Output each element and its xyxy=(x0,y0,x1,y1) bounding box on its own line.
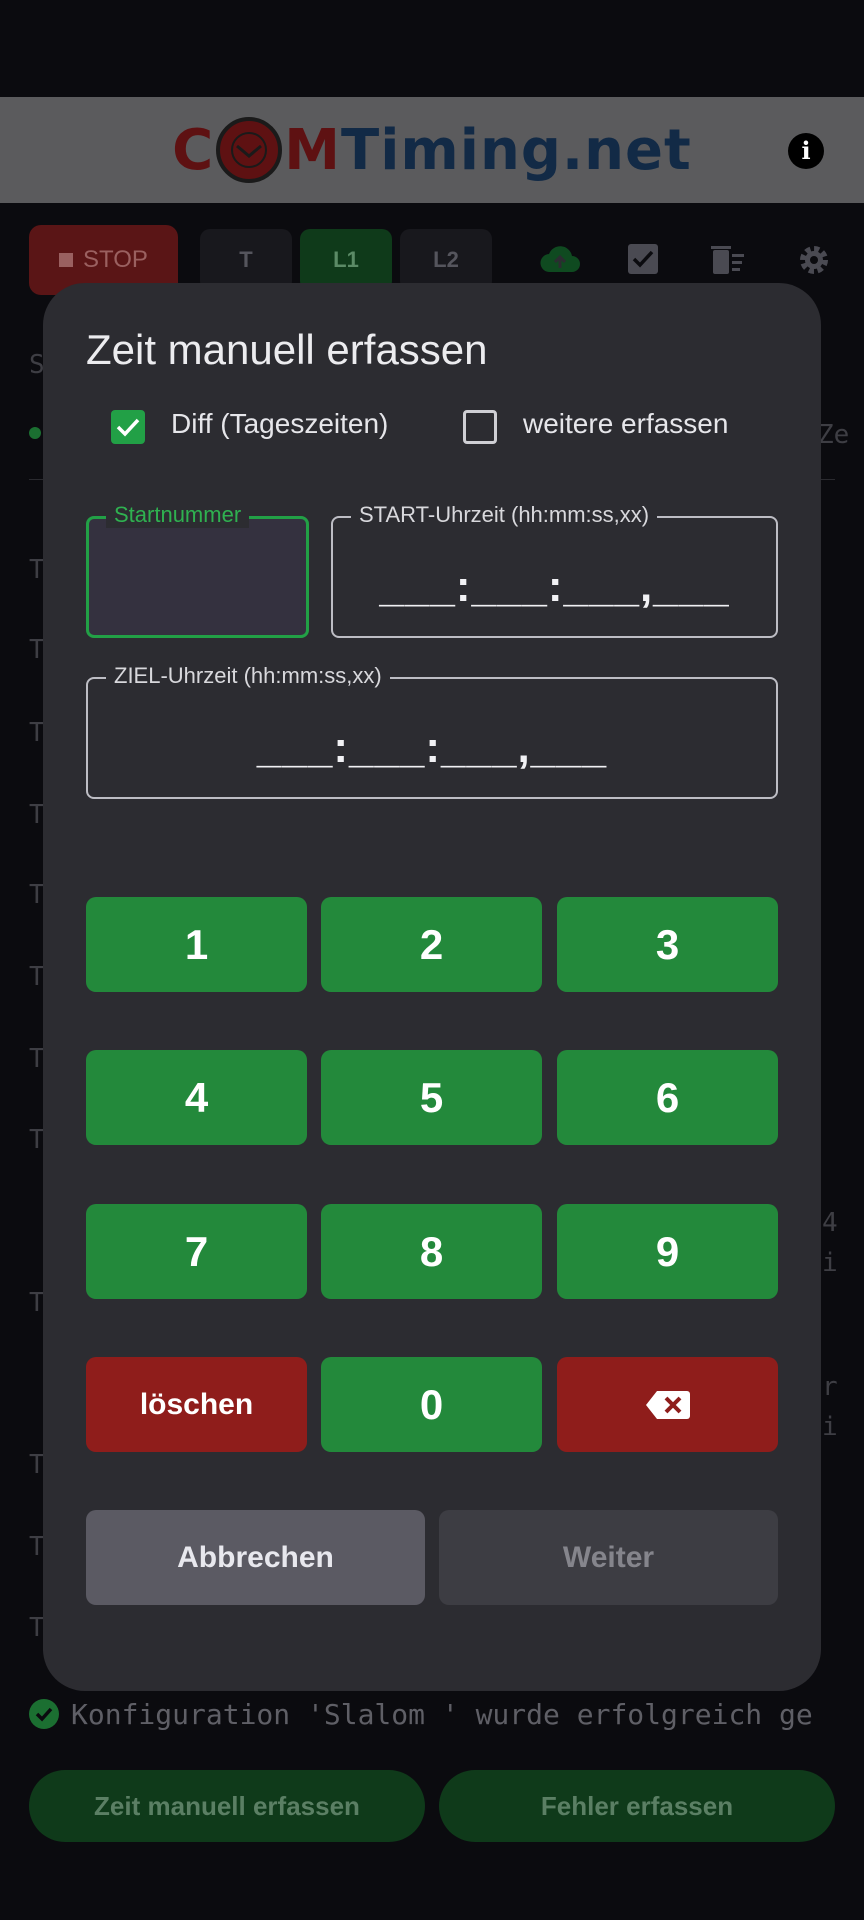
stop-icon xyxy=(59,253,74,267)
start-time-mask: ___:___:___,___ xyxy=(379,562,730,611)
status-message: Konfiguration 'Slalom ' wurde erfolgreic… xyxy=(29,1694,864,1734)
check-icon xyxy=(116,418,140,437)
column-snippet: i xyxy=(822,1412,838,1442)
startnummer-input[interactable] xyxy=(86,516,309,638)
column-snippet: r xyxy=(822,1372,838,1402)
key-2[interactable]: 2 xyxy=(321,897,542,992)
tab-l2[interactable]: L2 xyxy=(400,229,492,291)
backspace-icon xyxy=(645,1390,690,1419)
checkbox-icon[interactable] xyxy=(625,242,661,278)
tab-t[interactable]: T xyxy=(200,229,292,291)
backspace-button[interactable] xyxy=(557,1357,778,1452)
finish-time-mask: ___:___:___,___ xyxy=(256,723,608,772)
key-3[interactable]: 3 xyxy=(557,897,778,992)
more-label: weitere erfassen xyxy=(523,408,729,439)
cloud-upload-icon[interactable] xyxy=(538,242,580,278)
clock-icon xyxy=(216,117,283,183)
key-8[interactable]: 8 xyxy=(321,1204,542,1299)
key-6[interactable]: 6 xyxy=(557,1050,778,1145)
finish-time-label: ZIEL-Uhrzeit (hh:mm:ss,xx) xyxy=(106,663,390,689)
dialog-title: Zeit manuell erfassen xyxy=(86,326,488,373)
start-time-label: START-Uhrzeit (hh:mm:ss,xx) xyxy=(351,502,658,528)
column-snippet: Ze xyxy=(818,420,850,450)
next-button[interactable]: Weiter xyxy=(439,1510,778,1605)
gear-icon[interactable] xyxy=(796,242,832,278)
manual-time-button[interactable]: Zeit manuell erfassen xyxy=(29,1770,425,1842)
startnummer-label: Startnummer xyxy=(106,502,250,528)
key-1[interactable]: 1 xyxy=(86,897,307,992)
clear-button[interactable]: löschen xyxy=(86,1357,307,1452)
key-0[interactable]: 0 xyxy=(321,1357,542,1452)
status-dot xyxy=(29,427,41,439)
info-icon[interactable]: i xyxy=(788,133,824,169)
tab-l1[interactable]: L1 xyxy=(300,229,392,291)
check-circle-icon xyxy=(29,1699,59,1729)
logo: C M Timing.net xyxy=(172,117,692,183)
diff-label: Diff (Tageszeiten) xyxy=(171,408,389,439)
more-checkbox[interactable] xyxy=(463,410,497,444)
column-snippet: i xyxy=(822,1248,838,1278)
delete-list-icon[interactable] xyxy=(710,242,746,278)
key-7[interactable]: 7 xyxy=(86,1204,307,1299)
key-4[interactable]: 4 xyxy=(86,1050,307,1145)
column-snippet: 4 xyxy=(822,1208,838,1238)
key-5[interactable]: 5 xyxy=(321,1050,542,1145)
diff-checkbox[interactable] xyxy=(111,410,145,444)
record-error-button[interactable]: Fehler erfassen xyxy=(439,1770,835,1842)
cancel-button[interactable]: Abbrechen xyxy=(86,1510,425,1605)
key-9[interactable]: 9 xyxy=(557,1204,778,1299)
